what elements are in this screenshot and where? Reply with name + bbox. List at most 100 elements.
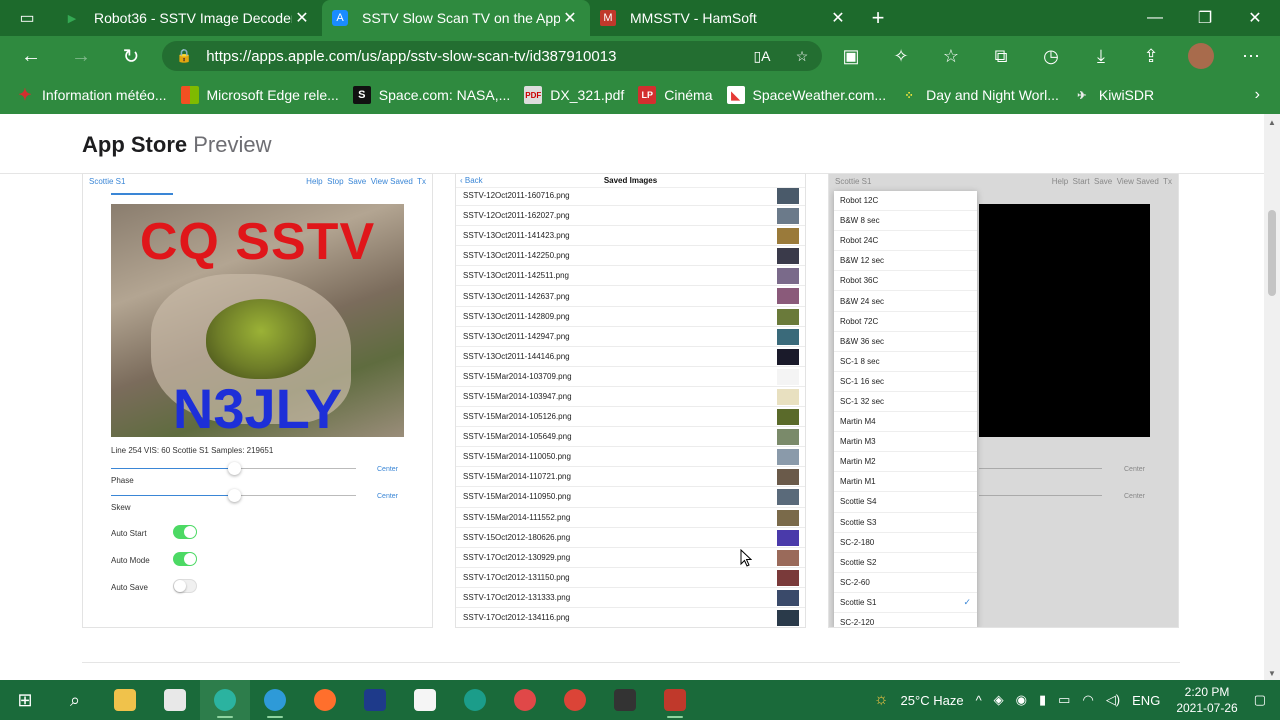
save-action: Save — [1094, 176, 1113, 186]
mode-menu-item: SC-1 8 sec — [834, 352, 977, 372]
screenshot-mode-menu[interactable]: Scottie S1 Help Start Save View Saved Tx… — [828, 173, 1179, 628]
bookmark-kiwisdr[interactable]: ✈ KiwiSDR — [1073, 86, 1154, 104]
edge-dev-icon[interactable] — [200, 680, 250, 720]
bookmark-edge-release[interactable]: Microsoft Edge rele... — [180, 86, 339, 104]
bookmark-dx-pdf[interactable]: PDF DX_321.pdf — [524, 86, 624, 104]
close-icon[interactable]: ✕ — [560, 8, 580, 28]
bookmark-cinema[interactable]: LP Cinéma — [638, 86, 713, 104]
mode-menu-label: Robot 24C — [840, 236, 879, 246]
extension-outlook-icon[interactable]: ▣ — [826, 46, 876, 67]
mmsstv-taskbar-icon[interactable] — [650, 680, 700, 720]
workspaces-icon[interactable]: ▭ — [0, 0, 54, 36]
skew-slider-dim — [979, 495, 1102, 496]
chevron-up-icon[interactable]: ^ — [976, 693, 982, 708]
system-tray: ☼ 25°C Haze ^ ◈ ◉ ▮ ▭ ◠ ◁) ENG 2:20 PM 2… — [868, 680, 1280, 720]
tab-title: MMSSTV - HamSoft — [630, 10, 757, 26]
weather-text[interactable]: 25°C Haze — [901, 693, 964, 708]
tab-robot36[interactable]: ▶ Robot36 - SSTV Image Decoder ✕ — [54, 0, 322, 36]
usb-icon[interactable]: ▮ — [1039, 692, 1046, 708]
edge-icon[interactable] — [450, 680, 500, 720]
collections-icon[interactable]: ⧉ — [976, 46, 1026, 67]
mode-menu-item: SC-2-120 — [834, 613, 977, 627]
ham-app-icon[interactable] — [600, 680, 650, 720]
history-icon[interactable]: ◷ — [1026, 46, 1076, 67]
url-field[interactable]: 🔒 https://apps.apple.com/us/app/sstv-slo… — [162, 41, 822, 71]
scroll-down-icon[interactable]: ▼ — [1268, 669, 1276, 678]
new-tab-button[interactable]: + — [858, 0, 898, 36]
bookmark-weather[interactable]: ✦ Information météo... — [16, 86, 166, 104]
shield-icon[interactable]: ◈ — [994, 692, 1004, 708]
chrome-icon[interactable] — [550, 680, 600, 720]
close-window-icon[interactable]: ✕ — [1230, 0, 1280, 36]
screenshot-decoder[interactable]: Scottie S1 Help Stop Save View Saved Tx … — [82, 173, 433, 628]
close-icon[interactable]: ✕ — [292, 8, 312, 28]
file-thumbnail — [777, 188, 799, 204]
edge-canary-icon[interactable] — [250, 680, 300, 720]
file-name: SSTV-15Mar2014-110950.png — [463, 492, 571, 502]
notifications-icon[interactable]: ▢ — [1254, 692, 1266, 708]
file-row: SSTV-12Oct2011-160716.png — [456, 186, 805, 207]
file-row: SSTV-17Oct2012-131150.png — [456, 568, 805, 588]
mode-menu-label: Martin M4 — [840, 417, 876, 427]
screenshot-saved-images[interactable]: ‹ Back Saved Images SSTV-12Oct2011-16071… — [455, 173, 806, 628]
favorites-icon[interactable]: ☆ — [926, 46, 976, 67]
downloads-icon[interactable]: ⤓ — [1076, 46, 1126, 67]
favorite-add-icon[interactable]: ☆ — [782, 48, 822, 65]
read-aloud-icon[interactable]: ▯A — [742, 48, 782, 65]
audio-app-icon[interactable] — [400, 680, 450, 720]
app-blue-icon[interactable] — [350, 680, 400, 720]
auto-mode-toggle — [173, 552, 197, 566]
forward-icon[interactable]: → — [56, 45, 106, 68]
scroll-up-icon[interactable]: ▲ — [1268, 118, 1276, 127]
extensions-icon[interactable]: ✧ — [876, 46, 926, 67]
bookmark-space[interactable]: S Space.com: NASA,... — [352, 86, 510, 104]
language-indicator[interactable]: ENG — [1132, 693, 1160, 708]
volume-icon[interactable]: ◁) — [1106, 692, 1120, 708]
minimize-icon[interactable]: — — [1130, 0, 1180, 36]
tab-mmsstv[interactable]: M MMSSTV - HamSoft ✕ — [590, 0, 858, 36]
refresh-icon[interactable]: ↻ — [106, 44, 156, 69]
store-icon[interactable] — [150, 680, 200, 720]
wifi-icon[interactable]: ◠ — [1082, 692, 1093, 708]
file-explorer-icon[interactable] — [100, 680, 150, 720]
url-text[interactable]: https://apps.apple.com/us/app/sstv-slow-… — [206, 48, 742, 65]
profile-avatar[interactable] — [1188, 43, 1214, 69]
app-store-header: App Store Preview — [0, 114, 1264, 174]
page-scrollbar[interactable]: ▲ ▼ — [1264, 114, 1280, 680]
daynight-icon: ⁘ — [904, 89, 914, 102]
start-icon[interactable]: ⊞ — [0, 680, 50, 720]
share-icon[interactable]: ⇪ — [1126, 46, 1176, 67]
firefox-icon[interactable] — [300, 680, 350, 720]
bookmark-spaceweather[interactable]: ◣ SpaceWeather.com... — [726, 86, 886, 104]
mode-menu-item: Robot 36C — [834, 271, 977, 292]
mode-menu-label: SC-2-180 — [840, 537, 875, 547]
more-menu-icon[interactable]: ⋯ — [1226, 46, 1276, 67]
mode-menu-item: Martin M3 — [834, 432, 977, 453]
page-content: App Store Preview Scottie S1 Help Stop S… — [0, 114, 1264, 680]
lock-icon[interactable]: 🔒 — [176, 48, 192, 64]
phase-center-dim: Center — [1124, 466, 1146, 473]
mode-menu-label: Martin M2 — [840, 457, 876, 467]
file-row: SSTV-15Mar2014-103709.png — [456, 367, 805, 387]
tab-app-store[interactable]: A SSTV Slow Scan TV on the App S ✕ — [322, 0, 590, 36]
tx-action: Tx — [417, 176, 426, 186]
bookmark-daynight[interactable]: ⁘ Day and Night Worl... — [900, 86, 1058, 104]
mode-menu-item: SC-2-180 — [834, 533, 977, 553]
toolbar-icons: ▣ ✧ ☆ ⧉ ◷ ⤓ ⇪ ⋯ — [826, 36, 1276, 76]
scroll-thumb[interactable] — [1268, 210, 1276, 296]
app-tray-icon[interactable]: ◉ — [1016, 692, 1027, 708]
clock[interactable]: 2:20 PM 2021-07-26 — [1176, 684, 1237, 716]
stop-action: Stop — [327, 176, 344, 186]
network-icon[interactable]: ▭ — [1058, 692, 1070, 708]
chevron-right-icon[interactable]: › — [1255, 86, 1260, 104]
back-icon[interactable]: ← — [6, 45, 56, 68]
maximize-icon[interactable]: ❐ — [1180, 0, 1230, 36]
file-row: SSTV-15Mar2014-105649.png — [456, 427, 805, 448]
file-row: SSTV-13Oct2011-144146.png — [456, 347, 805, 367]
close-icon[interactable]: ✕ — [828, 8, 848, 28]
search-icon[interactable]: ⌕ — [50, 680, 100, 720]
mode-dropdown-menu: Robot 12C B&W 8 sec Robot 24C B&W 12 sec Rob… — [834, 191, 977, 627]
weather-icon[interactable]: ☼ — [874, 691, 889, 709]
mode-menu-item: Martin M2 — [834, 452, 977, 473]
radio-icon[interactable] — [500, 680, 550, 720]
